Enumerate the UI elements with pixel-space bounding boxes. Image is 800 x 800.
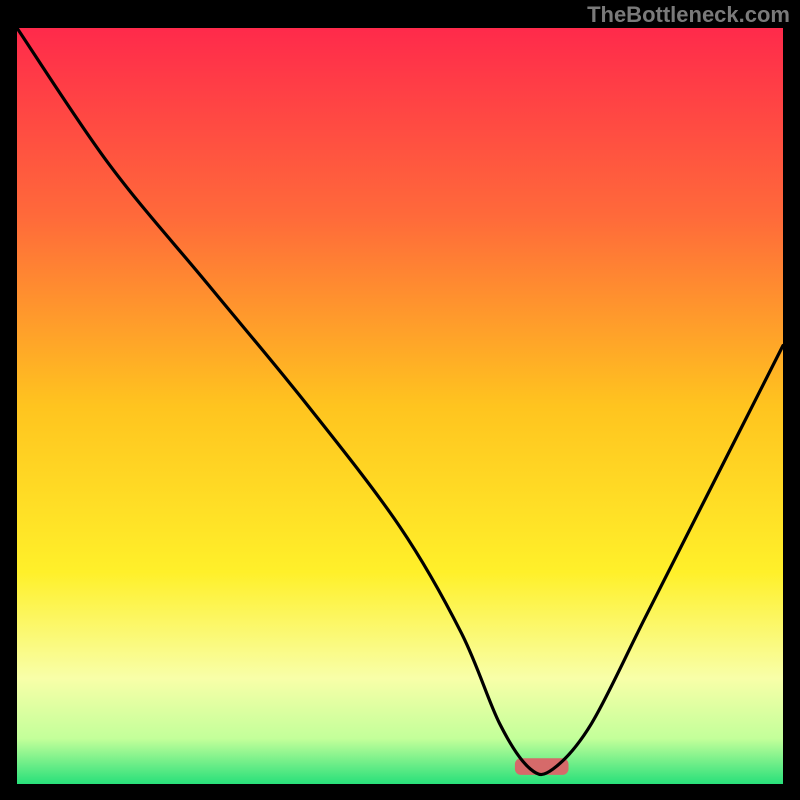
- chart-frame: TheBottleneck.com: [0, 0, 800, 800]
- bottleneck-chart: [0, 0, 800, 800]
- watermark-text: TheBottleneck.com: [587, 2, 790, 28]
- plot-background: [17, 28, 783, 784]
